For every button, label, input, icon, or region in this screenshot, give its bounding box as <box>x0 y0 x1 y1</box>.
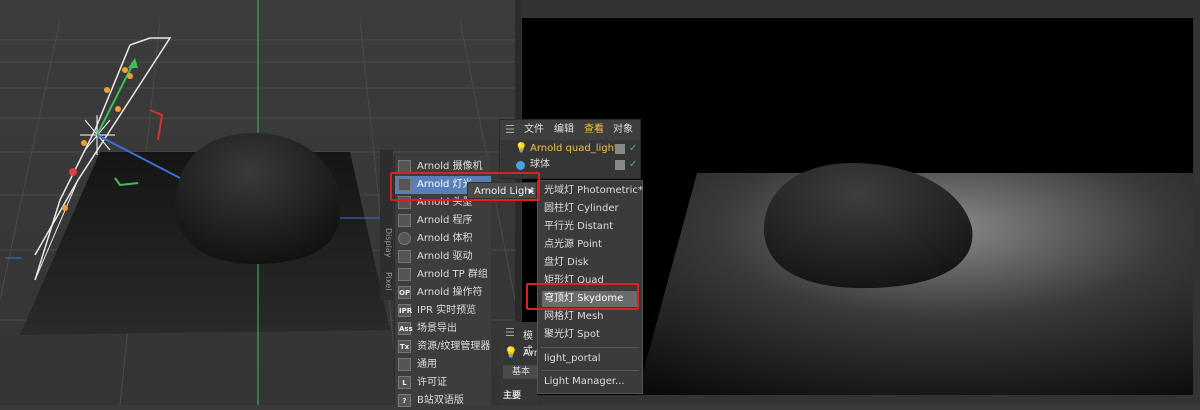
volume-icon <box>398 232 411 245</box>
object-manager-menubar: ☰ 文件 编辑 查看 对象 <box>500 120 640 140</box>
menu-item-cylinder[interactable]: 圆柱灯 Cylinder <box>544 201 619 217</box>
menu-view[interactable]: 查看 <box>584 120 604 140</box>
menu-object[interactable]: 对象 <box>613 120 633 140</box>
lightbulb-icon: 💡 <box>504 346 518 359</box>
layer-tag-icon[interactable] <box>615 144 625 154</box>
check-icon[interactable]: ✓ <box>629 141 637 157</box>
object-row-sphere[interactable]: 球体 ✓ <box>500 157 640 173</box>
menu-edit[interactable]: 编辑 <box>554 120 574 140</box>
callout-highlight-skydome <box>526 283 639 310</box>
texture-manager-icon: Tx <box>398 340 411 353</box>
menu-item-license[interactable]: L 许可证 <box>395 374 491 392</box>
procedural-icon <box>398 214 411 227</box>
menu-item-arnold-driver[interactable]: Arnold 驱动 <box>395 248 491 266</box>
object-manager: ☰ 文件 编辑 查看 对象 💡 Arnold quad_light ✓ 球体 ✓ <box>499 119 641 179</box>
hamburger-icon[interactable]: ☰ <box>505 120 515 140</box>
menu-item-arnold-tp-group[interactable]: Arnold TP 群组 <box>395 266 491 284</box>
menu-item-scene-export[interactable]: Ass 场景导出 <box>395 320 491 338</box>
menu-item-bilibili[interactable]: ? B站双语版 <box>395 392 491 410</box>
license-icon: L <box>398 376 411 389</box>
menu-divider <box>541 347 639 348</box>
menu-item-light-manager[interactable]: Light Manager... <box>544 374 625 390</box>
object-name: Arnold quad_light <box>530 143 618 154</box>
menu-item-arnold-volume[interactable]: Arnold 体积 <box>395 230 491 248</box>
attribute-manager: ☰ 模式 💡 Arnold 基本 主要 <box>499 322 555 405</box>
callout-highlight-arnold-light <box>390 172 540 201</box>
sphere-icon <box>516 161 525 170</box>
help-icon: ? <box>398 394 411 407</box>
ipr-icon: IPR <box>398 304 412 317</box>
menu-item-asset-manager[interactable]: Tx 资源/纹理管理器 <box>395 338 491 356</box>
menu-item-spot[interactable]: 聚光灯 Spot <box>544 327 600 343</box>
menu-item-arnold-operator[interactable]: OP Arnold 操作符 <box>395 284 491 302</box>
object-name: 球体 <box>530 159 550 170</box>
tab-basic[interactable]: 基本 <box>503 365 539 379</box>
operator-icon: OP <box>398 286 411 299</box>
menu-divider <box>541 370 639 371</box>
tab-pixel[interactable]: Pixel <box>380 272 393 291</box>
menu-item-arnold-procedural[interactable]: Arnold 程序 <box>395 212 491 230</box>
menu-item-light-portal[interactable]: light_portal <box>544 351 601 367</box>
ass-export-icon: Ass <box>398 322 413 335</box>
check-icon[interactable]: ✓ <box>629 157 637 173</box>
hamburger-icon[interactable]: ☰ <box>505 326 515 339</box>
menu-item-ipr[interactable]: IPR IPR 实时预览 <box>395 302 491 320</box>
menu-item-disk[interactable]: 盘灯 Disk <box>544 255 589 271</box>
object-row-quad-light[interactable]: 💡 Arnold quad_light ✓ <box>500 141 640 157</box>
arnold-logo-icon <box>398 358 411 371</box>
menu-item-general[interactable]: 通用 <box>395 356 491 374</box>
layer-tag-icon[interactable] <box>615 160 625 170</box>
section-main: 主要 <box>503 391 522 401</box>
menu-item-photometric[interactable]: 光域灯 Photometric* <box>544 183 643 199</box>
tab-display[interactable]: Display <box>380 228 393 258</box>
driver-icon <box>398 250 411 263</box>
menu-item-mesh[interactable]: 网格灯 Mesh <box>544 309 604 325</box>
menu-item-distant[interactable]: 平行光 Distant <box>544 219 613 235</box>
menu-item-point[interactable]: 点光源 Point <box>544 237 602 253</box>
menu-file[interactable]: 文件 <box>524 120 544 140</box>
lightbulb-icon: 💡 <box>515 143 528 154</box>
tp-group-icon <box>398 268 411 281</box>
